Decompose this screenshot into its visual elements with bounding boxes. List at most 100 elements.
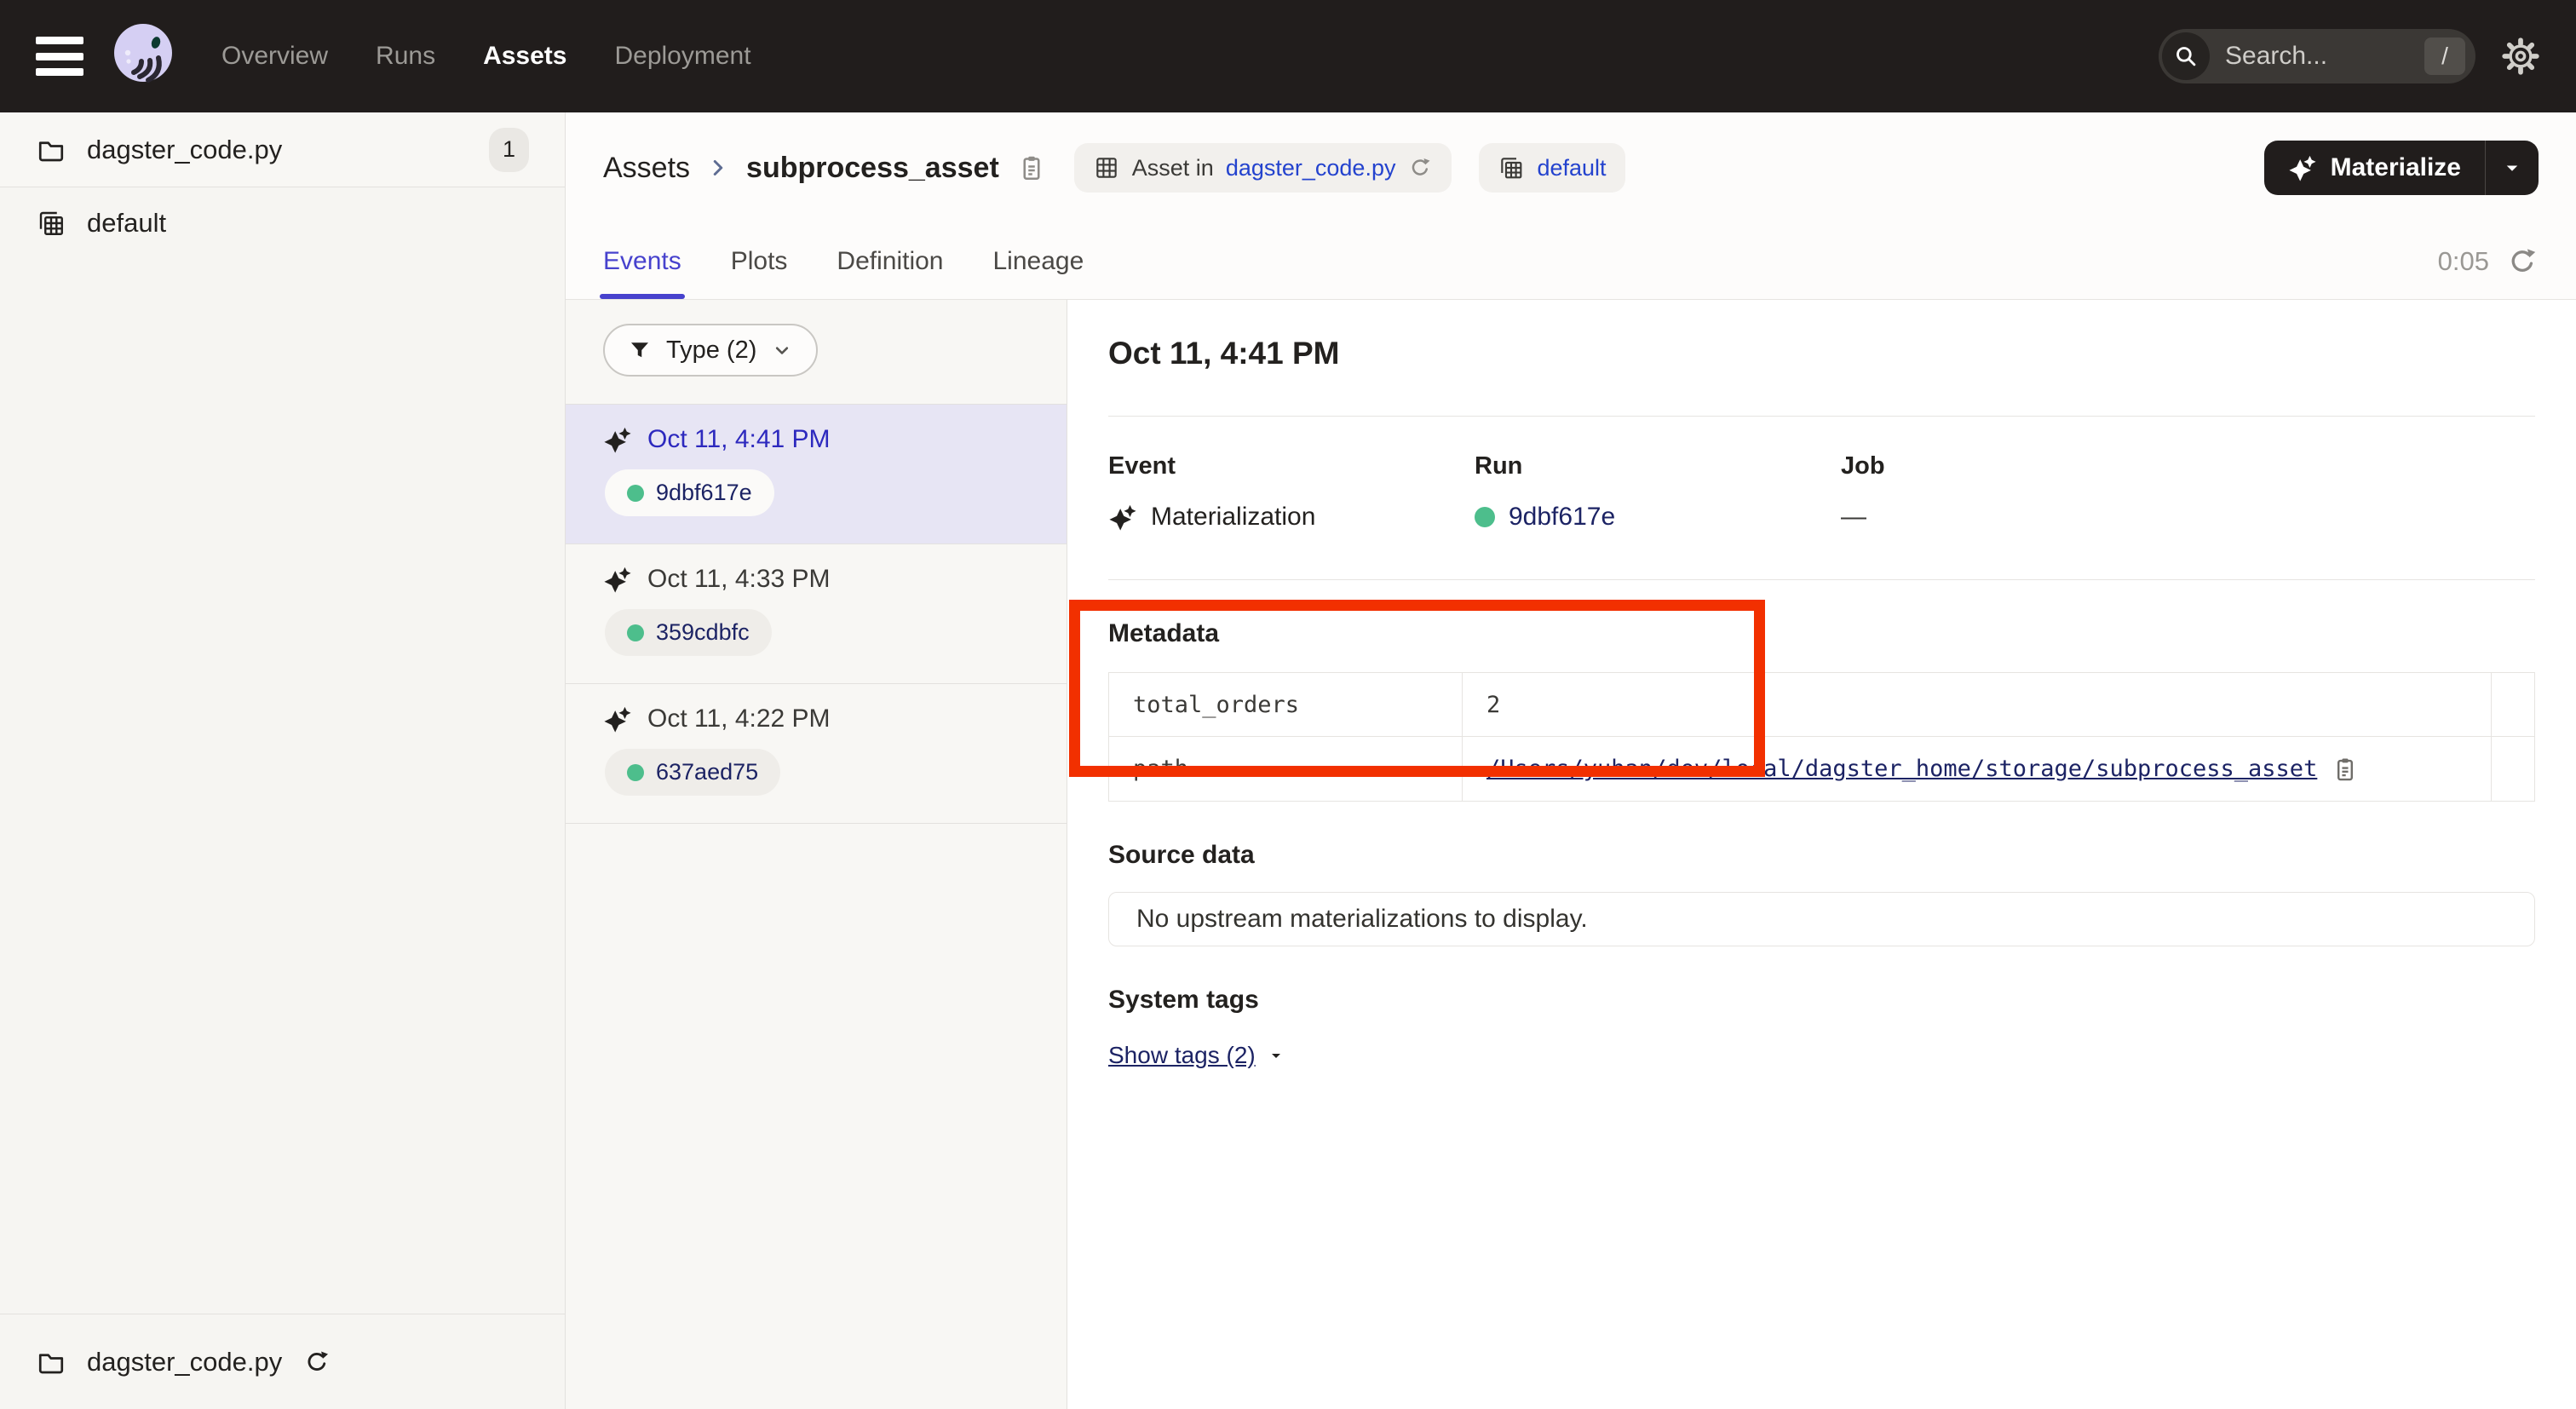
tab-plots[interactable]: Plots — [731, 223, 788, 299]
asset-group-icon — [1498, 154, 1525, 181]
nav-links: Overview Runs Assets Deployment — [221, 42, 751, 71]
reload-icon[interactable] — [302, 1348, 331, 1377]
run-status-dot — [627, 764, 644, 781]
search-input[interactable] — [2223, 41, 2411, 72]
source-data-heading: Source data — [1108, 841, 2535, 870]
materialization-sparkle-icon — [1108, 503, 1137, 532]
event-detail-title: Oct 11, 4:41 PM — [1108, 336, 2535, 371]
sidebar: dagster_code.py 1 default dagster_code.p — [0, 112, 566, 1409]
materialize-dropdown-button[interactable] — [2486, 141, 2539, 195]
gear-icon[interactable] — [2501, 37, 2540, 76]
sidebar-item-label: default — [87, 208, 166, 239]
source-data-empty-state: No upstream materializations to display. — [1108, 892, 2535, 946]
page-title: subprocess_asset — [746, 152, 999, 185]
nav-link-runs[interactable]: Runs — [376, 42, 435, 71]
run-chip[interactable]: 359cdbfc — [605, 609, 772, 656]
materialize-sparkle-icon — [2288, 153, 2317, 182]
type-filter-button[interactable]: Type (2) — [603, 324, 818, 377]
copy-path-icon[interactable] — [2331, 755, 2360, 784]
chevron-right-icon — [705, 155, 731, 181]
asset-location-badge: Asset in dagster_code.py — [1074, 143, 1452, 193]
materialize-label: Materialize — [2331, 153, 2461, 182]
filter-funnel-icon — [627, 337, 653, 363]
path-link[interactable]: /Users/yuhan/dev/local/dagster_home/stor… — [1486, 756, 2317, 782]
breadcrumb-assets-link[interactable]: Assets — [603, 152, 690, 185]
reload-icon[interactable] — [1407, 155, 1433, 181]
event-list-item[interactable]: Oct 11, 4:22 PM 637aed75 — [566, 684, 1067, 824]
tab-lineage[interactable]: Lineage — [993, 223, 1084, 299]
event-date: Oct 11, 4:33 PM — [647, 565, 831, 594]
metadata-key: total_orders — [1109, 673, 1463, 737]
event-date: Oct 11, 4:22 PM — [647, 704, 831, 733]
run-id: 637aed75 — [656, 759, 758, 785]
job-value: — — [1841, 503, 1866, 532]
materialization-sparkle-icon — [603, 425, 632, 454]
dagster-app: Overview Runs Assets Deployment / — [0, 0, 2576, 1409]
nav-link-deployment[interactable]: Deployment — [614, 42, 750, 71]
sidebar-item-default-group[interactable]: default — [0, 187, 565, 259]
metadata-spacer-cell — [2492, 673, 2534, 737]
tab-definition[interactable]: Definition — [837, 223, 943, 299]
type-filter-label: Type (2) — [666, 336, 756, 365]
chevron-down-icon — [770, 338, 794, 362]
run-status-dot — [627, 485, 644, 502]
metadata-spacer-cell — [2492, 737, 2534, 801]
event-label: Event — [1108, 452, 1475, 480]
nav-link-overview[interactable]: Overview — [221, 42, 328, 71]
metadata-table: total_orders 2 path /Users/yuhan/dev/loc… — [1108, 672, 2535, 802]
refresh-timer: 0:05 — [2438, 223, 2539, 299]
materialize-button[interactable]: Materialize — [2264, 141, 2486, 195]
event-type-value: Materialization — [1151, 503, 1315, 532]
menu-icon[interactable] — [36, 37, 83, 76]
caret-down-icon — [1266, 1045, 1286, 1066]
timer-value: 0:05 — [2438, 246, 2489, 277]
asset-group-badge: default — [1479, 143, 1624, 193]
run-id: 359cdbfc — [656, 619, 750, 646]
asset-location-prefix: Asset in — [1132, 155, 1214, 181]
copy-asset-name-icon[interactable] — [1016, 152, 1047, 183]
run-status-dot — [627, 624, 644, 641]
metadata-value: /Users/yuhan/dev/local/dagster_home/stor… — [1463, 737, 2492, 801]
search-shortcut-key: / — [2424, 37, 2465, 75]
top-nav: Overview Runs Assets Deployment / — [0, 0, 2576, 112]
run-chip[interactable]: 9dbf617e — [605, 469, 774, 516]
run-chip[interactable]: 637aed75 — [605, 749, 780, 796]
event-detail-panel: Oct 11, 4:41 PM Event Materialization — [1067, 300, 2576, 1409]
search-icon — [2162, 32, 2210, 80]
dagster-logo-icon[interactable] — [109, 20, 181, 92]
nav-link-assets[interactable]: Assets — [483, 42, 566, 71]
materialization-sparkle-icon — [603, 704, 632, 733]
search-box[interactable]: / — [2159, 29, 2475, 83]
job-label: Job — [1841, 452, 2535, 480]
event-list-panel: Type (2) Oct 11, 4:41 PM — [566, 300, 1067, 1409]
sidebar-item-label: dagster_code.py — [87, 135, 282, 165]
run-label: Run — [1475, 452, 1841, 480]
page-header: Assets subprocess_asset Asset — [566, 112, 2576, 223]
run-id: 9dbf617e — [656, 480, 752, 506]
main-panel: Assets subprocess_asset Asset — [566, 112, 2576, 1409]
asset-count-badge: 1 — [489, 128, 529, 172]
filter-bar: Type (2) — [566, 300, 1067, 405]
event-column: Event Materialization — [1108, 452, 1475, 532]
tab-events[interactable]: Events — [603, 223, 681, 299]
event-date: Oct 11, 4:41 PM — [647, 425, 831, 454]
materialization-sparkle-icon — [603, 565, 632, 594]
run-column: Run 9dbf617e — [1475, 452, 1841, 532]
metadata-heading: Metadata — [1108, 619, 2535, 648]
folder-icon — [36, 135, 66, 165]
event-list-item[interactable]: Oct 11, 4:41 PM 9dbf617e — [566, 405, 1067, 544]
sidebar-item-code-location[interactable]: dagster_code.py 1 — [0, 112, 565, 187]
code-location-link[interactable]: dagster_code.py — [1226, 155, 1396, 181]
show-tags-toggle[interactable]: Show tags (2) — [1108, 1042, 1286, 1069]
asset-group-link[interactable]: default — [1537, 155, 1606, 181]
sidebar-footer-code-location[interactable]: dagster_code.py — [0, 1314, 565, 1409]
materialize-split-button: Materialize — [2264, 141, 2539, 195]
show-tags-label: Show tags (2) — [1108, 1042, 1256, 1069]
event-list-item[interactable]: Oct 11, 4:33 PM 359cdbfc — [566, 544, 1067, 684]
refresh-icon[interactable] — [2506, 245, 2539, 278]
run-id-link[interactable]: 9dbf617e — [1509, 503, 1615, 532]
sidebar-footer-label: dagster_code.py — [87, 1347, 282, 1377]
job-column: Job — — [1841, 452, 2535, 532]
asset-group-icon — [36, 208, 66, 239]
run-status-dot — [1475, 507, 1495, 527]
